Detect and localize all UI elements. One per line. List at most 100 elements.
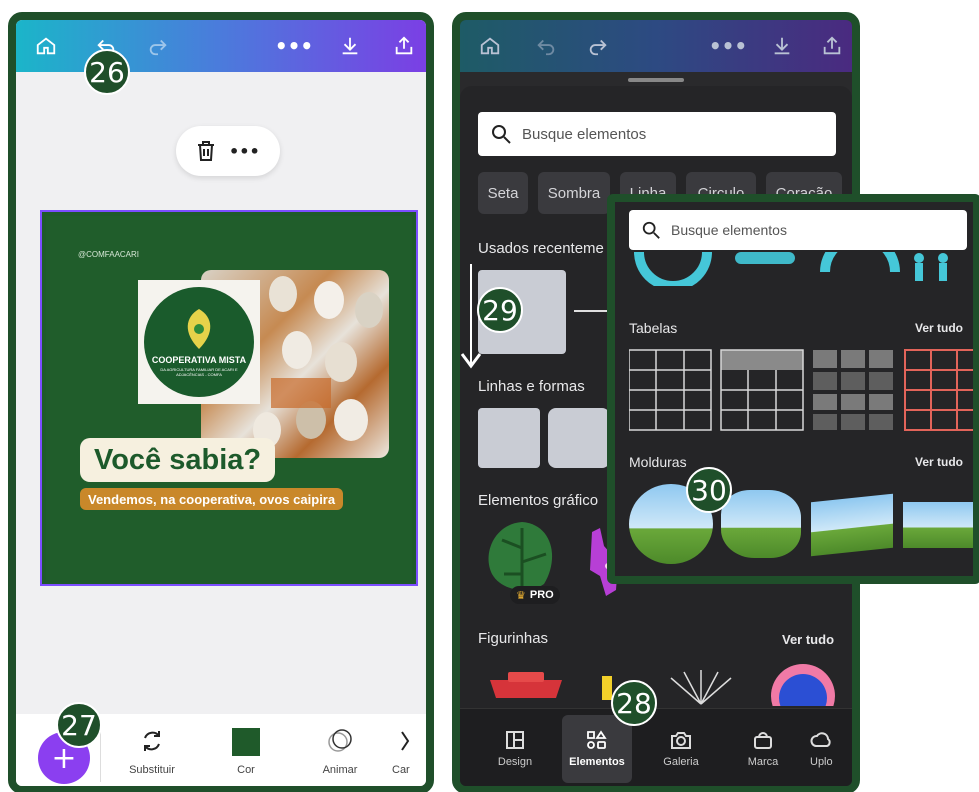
download-icon[interactable] <box>338 34 362 58</box>
cloud-upload-icon <box>810 732 831 747</box>
home-icon[interactable] <box>34 34 58 58</box>
frames-section-title: Molduras <box>629 454 687 470</box>
pro-label: PRO <box>529 589 554 601</box>
leaf-logo-icon <box>187 309 211 349</box>
more-options-icon[interactable]: ••• <box>275 34 313 58</box>
nav-design-label: Design <box>497 756 533 768</box>
more-tool[interactable]: Car <box>392 728 426 776</box>
shape-item-rounded[interactable] <box>548 408 610 468</box>
nav-uploads[interactable]: Uplo <box>810 715 852 783</box>
logo-title: COOPERATIVA MISTA <box>151 355 247 365</box>
partial-shapes-row <box>634 252 948 286</box>
nav-brand[interactable]: Marca <box>728 715 798 783</box>
pro-badge: ♛ PRO <box>510 586 560 604</box>
shape-item-square[interactable] <box>478 408 540 468</box>
step-badge-26: 26 <box>84 49 130 95</box>
overlay-search-placeholder: Busque elementos <box>671 222 787 238</box>
step-badge-28: 28 <box>611 680 657 726</box>
share-icon[interactable] <box>392 34 416 58</box>
tables-see-all[interactable]: Ver tudo <box>915 321 963 335</box>
replace-label: Substituir <box>129 764 175 776</box>
lines-section-title: Linhas e formas <box>478 378 585 395</box>
search-icon <box>492 125 511 144</box>
valentine-banner-sticker[interactable] <box>486 670 566 700</box>
color-tool[interactable]: Cor <box>210 728 282 776</box>
step-badge-27: 27 <box>56 702 102 748</box>
monstera-leaf-graphic[interactable] <box>482 518 562 594</box>
sticker-yellow[interactable] <box>602 676 612 700</box>
animate-label: Animar <box>322 764 358 776</box>
redo-icon[interactable] <box>586 34 610 58</box>
frame-tilted[interactable] <box>811 493 893 557</box>
top-toolbar-dimmed: ••• <box>460 20 852 72</box>
nav-elements-label: Elementos <box>569 756 625 768</box>
social-handle: @COMFAACARI <box>78 250 140 259</box>
table-filled[interactable] <box>813 350 893 430</box>
undo-icon[interactable] <box>534 34 558 58</box>
zoomed-elements-panel: Busque elementos Tabelas Ver tudo Moldur… <box>607 194 979 584</box>
logo-card[interactable]: COOPERATIVA MISTA DA AGRICULTURA FAMILIA… <box>138 280 260 404</box>
replace-icon <box>144 731 160 751</box>
badge-sticker[interactable] <box>768 662 838 706</box>
cooperative-logo: COOPERATIVA MISTA DA AGRICULTURA FAMILIA… <box>144 287 254 397</box>
stickers-see-all[interactable]: Ver tudo <box>782 632 834 647</box>
frames-see-all[interactable]: Ver tudo <box>915 455 963 469</box>
brand-icon <box>754 732 772 749</box>
nav-gallery-label: Galeria <box>663 756 699 768</box>
subline-text[interactable]: Vendemos, na cooperativa, ovos caipira <box>80 488 344 510</box>
nav-uploads-label: Uplo <box>810 756 833 768</box>
frame-scalloped[interactable] <box>721 490 801 558</box>
design-canvas[interactable]: @COMFAACARI COOPERATIVA MISTA DA AGRICUL… <box>40 210 418 586</box>
overlay-search[interactable]: Busque elementos <box>629 210 967 250</box>
design-background: @COMFAACARI COOPERATIVA MISTA DA AGRICUL… <box>46 216 412 580</box>
animate-icon <box>328 729 352 752</box>
download-icon[interactable] <box>770 34 794 58</box>
elements-search[interactable]: Busque elementos <box>478 112 836 156</box>
tool-icon <box>401 731 410 751</box>
tables-section-title: Tabelas <box>629 320 678 336</box>
step-badge-30: 30 <box>686 467 732 513</box>
stickers-section-title: Figurinhas <box>478 630 549 647</box>
frame-rectangle[interactable] <box>903 502 973 548</box>
redo-icon[interactable] <box>146 34 170 58</box>
layout-icon <box>506 731 524 749</box>
headline-text[interactable]: Você sabia? <box>80 438 276 482</box>
replace-tool[interactable]: Substituir <box>116 728 188 776</box>
nav-elements[interactable]: Elementos <box>562 715 632 783</box>
animate-tool[interactable]: Animar <box>304 728 376 776</box>
nav-design[interactable]: Design <box>480 715 550 783</box>
table-plain[interactable] <box>629 349 712 431</box>
home-icon[interactable] <box>478 34 502 58</box>
chip-sombra[interactable]: Sombra <box>538 172 610 214</box>
share-icon[interactable] <box>820 34 844 58</box>
graphics-section-title: Elementos gráfico <box>478 492 599 509</box>
tables-row <box>629 349 979 431</box>
recent-section-title: Usados recenteme <box>478 240 604 257</box>
arrow-down-icon <box>460 353 482 369</box>
color-label: Cor <box>237 764 255 776</box>
shapes-icon <box>587 730 607 749</box>
sunburst-sticker[interactable] <box>666 670 736 706</box>
scroll-arrow-line <box>470 264 472 364</box>
more-options-icon[interactable]: ••• <box>709 34 747 58</box>
color-swatch <box>232 728 260 756</box>
crown-icon: ♛ <box>516 588 526 602</box>
table-header[interactable] <box>720 349 804 431</box>
divider <box>100 726 101 782</box>
step-badge-29: 29 <box>477 287 523 333</box>
camera-icon <box>671 732 691 749</box>
nav-gallery[interactable]: Galeria <box>646 715 716 783</box>
trash-icon[interactable] <box>196 140 216 162</box>
panel-drag-handle[interactable] <box>628 78 684 82</box>
chip-seta[interactable]: Seta <box>478 172 528 214</box>
bottom-navigation: Design Elementos Galeria Marca Uplo <box>460 708 852 786</box>
top-toolbar: ••• <box>16 20 426 72</box>
search-icon <box>642 221 660 239</box>
element-action-pill: ••• <box>176 126 280 176</box>
more-tool-label: Car <box>392 764 410 776</box>
more-icon[interactable]: ••• <box>229 142 260 161</box>
left-phone-screen: ••• ••• @COMFAACARI COOPERATIVA MISTA DA… <box>8 12 434 792</box>
table-red[interactable] <box>904 349 979 431</box>
search-placeholder: Busque elementos <box>522 125 647 143</box>
logo-subtitle: DA AGRICULTURA FAMILIAR DE ACARI E ADJAC… <box>160 367 238 377</box>
